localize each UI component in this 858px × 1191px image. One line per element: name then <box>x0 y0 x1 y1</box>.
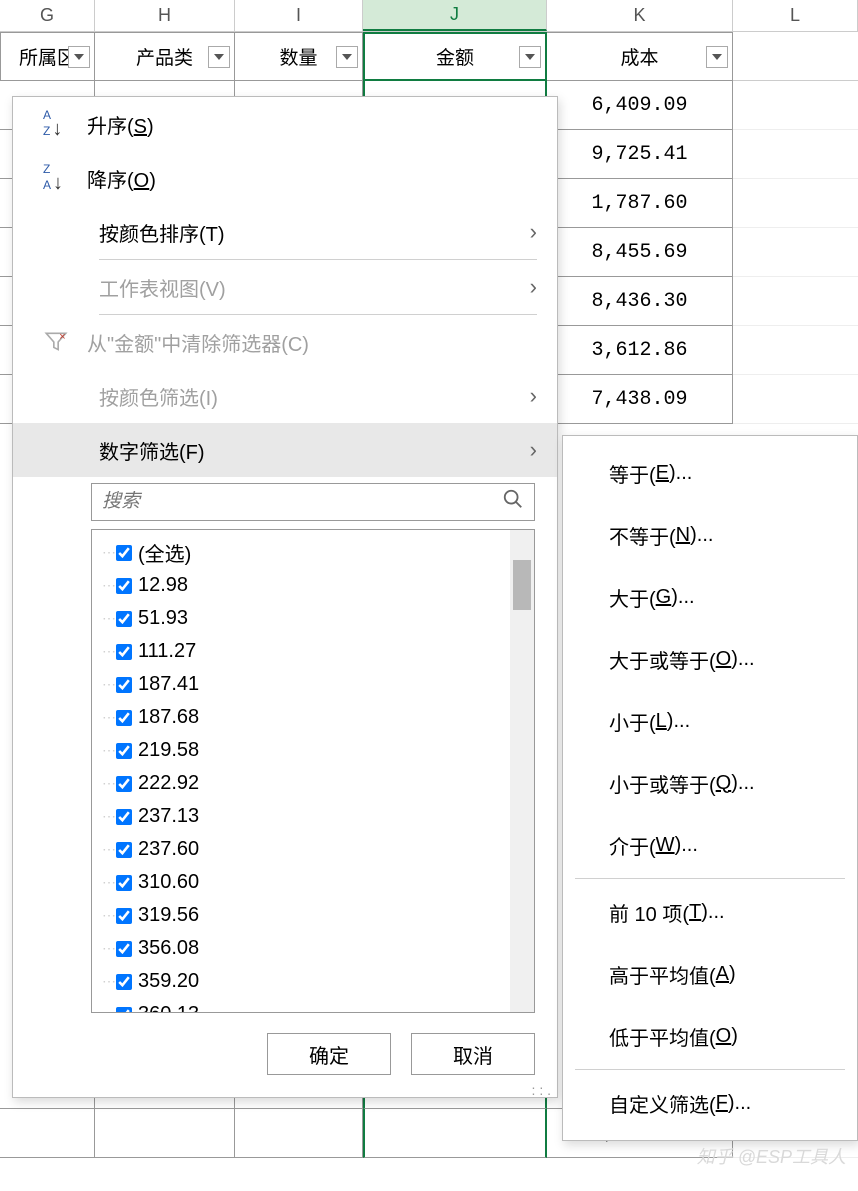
submenu-item[interactable]: 等于(E)... <box>563 442 857 504</box>
filter-value-list: ⋯(全选)⋯12.98⋯51.93⋯111.27⋯187.41⋯187.68⋯2… <box>91 529 535 1013</box>
chevron-down-icon[interactable] <box>336 46 358 68</box>
search-icon <box>502 488 524 516</box>
header-row: 所属区 产品类 数量 金额 成本 <box>0 32 858 81</box>
filter-dropdown-panel: AZ↓ 升序(S) ZA↓ 降序(O) 按颜色排序(T)› 工作表视图(V)› … <box>12 96 558 1098</box>
checklist-item[interactable]: ⋯187.68 <box>102 701 510 734</box>
chevron-right-icon: › <box>530 383 537 409</box>
submenu-item[interactable]: 小于或等于(Q)... <box>563 752 857 814</box>
scrollbar-thumb[interactable] <box>513 560 531 610</box>
sort-ascending[interactable]: AZ↓ 升序(S) <box>13 97 557 151</box>
scrollbar[interactable] <box>510 530 534 1012</box>
number-filters-submenu: 等于(E)...不等于(N)...大于(G)...大于或等于(O)...小于(L… <box>562 435 858 1141</box>
checklist-item[interactable]: ⋯310.60 <box>102 866 510 899</box>
col-j[interactable]: J <box>363 0 547 31</box>
sort-descending[interactable]: ZA↓ 降序(O) <box>13 151 557 205</box>
checklist-item[interactable]: ⋯12.98 <box>102 569 510 602</box>
search-input[interactable] <box>102 491 502 513</box>
submenu-item[interactable]: 高于平均值(A) <box>563 943 857 1005</box>
checkbox[interactable] <box>116 809 132 825</box>
cost-cell[interactable]: 6,409.09 <box>547 81 733 130</box>
chevron-down-icon[interactable] <box>519 46 541 68</box>
submenu-item[interactable]: 小于(L)... <box>563 690 857 752</box>
cost-cell[interactable]: 7,438.09 <box>547 375 733 424</box>
hdr-region[interactable]: 所属区 <box>0 32 95 81</box>
sort-by-color[interactable]: 按颜色排序(T)› <box>13 205 557 259</box>
checklist-item[interactable]: ⋯111.27 <box>102 635 510 668</box>
checklist-item[interactable]: ⋯51.93 <box>102 602 510 635</box>
chevron-down-icon[interactable] <box>208 46 230 68</box>
checkbox[interactable] <box>116 875 132 891</box>
chevron-right-icon: › <box>530 219 537 245</box>
checkbox[interactable] <box>116 842 132 858</box>
submenu-item[interactable]: 自定义筛选(F)... <box>563 1072 857 1134</box>
checkbox[interactable] <box>116 908 132 924</box>
cancel-button[interactable]: 取消 <box>411 1033 535 1075</box>
checklist-item[interactable]: ⋯359.20 <box>102 965 510 998</box>
checklist[interactable]: ⋯(全选)⋯12.98⋯51.93⋯111.27⋯187.41⋯187.68⋯2… <box>92 530 510 1012</box>
funnel-clear-icon: × <box>43 329 87 355</box>
chevron-right-icon: › <box>530 437 537 463</box>
watermark: 知乎 @ESP工具人 <box>697 1143 846 1169</box>
col-h[interactable]: H <box>95 0 235 31</box>
checkbox[interactable] <box>116 941 132 957</box>
submenu-item[interactable]: 大于或等于(O)... <box>563 628 857 690</box>
hdr-amount[interactable]: 金额 <box>363 32 547 81</box>
checklist-item[interactable]: ⋯360 13 <box>102 998 510 1012</box>
hdr-cost[interactable]: 成本 <box>547 32 733 81</box>
column-letters-row: G H I J K L <box>0 0 858 32</box>
separator <box>575 1069 845 1070</box>
submenu-item[interactable]: 不等于(N)... <box>563 504 857 566</box>
cost-cell[interactable]: 9,725.41 <box>547 130 733 179</box>
checkbox[interactable] <box>116 644 132 660</box>
number-filters[interactable]: 数字筛选(F)› <box>13 423 557 477</box>
resize-grip-icon[interactable]: . .. . . <box>532 1081 551 1093</box>
sort-desc-icon: ZA↓ <box>43 164 87 191</box>
checkbox[interactable] <box>116 545 132 561</box>
checklist-item[interactable]: ⋯319.56 <box>102 899 510 932</box>
button-row: 确定 取消 <box>13 1013 557 1097</box>
checkbox[interactable] <box>116 677 132 693</box>
sort-asc-icon: AZ↓ <box>43 110 87 137</box>
checklist-item[interactable]: ⋯237.13 <box>102 800 510 833</box>
checklist-item[interactable]: ⋯(全选) <box>102 536 510 569</box>
chevron-right-icon: › <box>530 274 537 300</box>
col-g[interactable]: G <box>0 0 95 31</box>
submenu-item[interactable]: 介于(W)... <box>563 814 857 876</box>
chevron-down-icon[interactable] <box>706 46 728 68</box>
col-l[interactable]: L <box>733 0 858 31</box>
submenu-item[interactable]: 低于平均值(O) <box>563 1005 857 1067</box>
clear-filter: × 从"金额"中清除筛选器(C) <box>13 315 557 369</box>
filter-search-box[interactable] <box>91 483 535 521</box>
sheet-view: 工作表视图(V)› <box>13 260 557 314</box>
cost-cell[interactable]: 1,787.60 <box>547 179 733 228</box>
ok-button[interactable]: 确定 <box>267 1033 391 1075</box>
checklist-item[interactable]: ⋯222.92 <box>102 767 510 800</box>
checklist-item[interactable]: ⋯219.58 <box>102 734 510 767</box>
submenu-item[interactable]: 前 10 项(T)... <box>563 881 857 943</box>
checklist-item[interactable]: ⋯356.08 <box>102 932 510 965</box>
chevron-down-icon[interactable] <box>68 46 90 68</box>
checkbox[interactable] <box>116 776 132 792</box>
separator <box>575 878 845 879</box>
checklist-item[interactable]: ⋯237.60 <box>102 833 510 866</box>
filter-by-color: 按颜色筛选(I)› <box>13 369 557 423</box>
cost-cell[interactable]: 8,455.69 <box>547 228 733 277</box>
checkbox[interactable] <box>116 611 132 627</box>
checkbox[interactable] <box>116 1007 132 1013</box>
col-i[interactable]: I <box>235 0 363 31</box>
cost-cell[interactable]: 3,612.86 <box>547 326 733 375</box>
svg-text:×: × <box>59 331 65 343</box>
col-k[interactable]: K <box>547 0 733 31</box>
checkbox[interactable] <box>116 710 132 726</box>
checklist-item[interactable]: ⋯187.41 <box>102 668 510 701</box>
submenu-item[interactable]: 大于(G)... <box>563 566 857 628</box>
hdr-product[interactable]: 产品类 <box>95 32 235 81</box>
checkbox[interactable] <box>116 578 132 594</box>
checkbox[interactable] <box>116 743 132 759</box>
checkbox[interactable] <box>116 974 132 990</box>
hdr-qty[interactable]: 数量 <box>235 32 363 81</box>
hdr-blank <box>733 32 858 81</box>
cost-cell[interactable]: 8,436.30 <box>547 277 733 326</box>
